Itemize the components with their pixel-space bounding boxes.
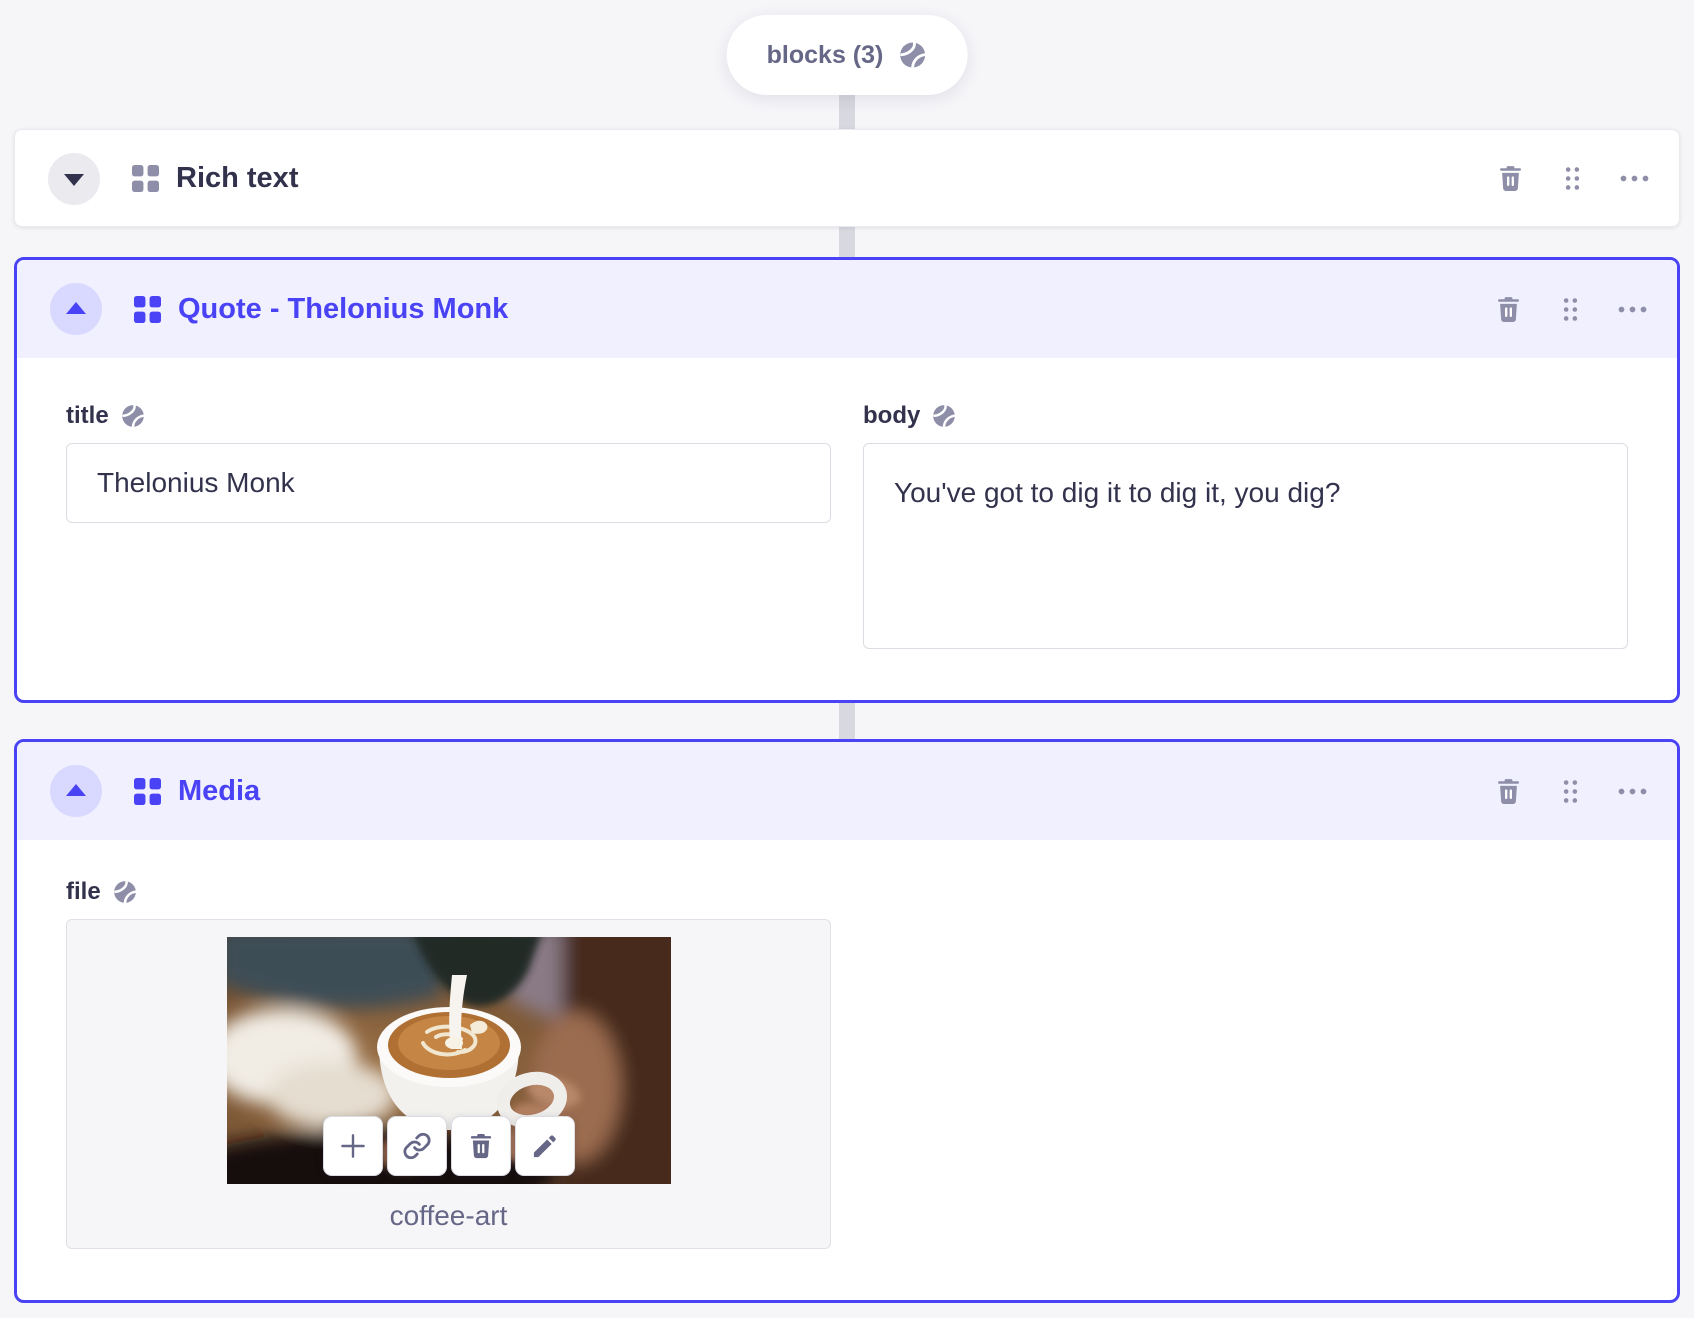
block-title: Quote - Thelonius Monk <box>178 292 509 325</box>
block-connector <box>839 700 855 742</box>
title-field: title <box>66 402 831 654</box>
quote-fields: title body You've got to dig it to dig i… <box>17 358 1677 654</box>
block-actions <box>1491 292 1677 326</box>
chevron-up-icon <box>66 783 86 796</box>
block-title: Media <box>178 774 261 807</box>
title-field-label: title <box>66 402 109 429</box>
collapse-toggle-button[interactable] <box>50 283 102 335</box>
body-textarea[interactable]: You've got to dig it to dig it, you dig? <box>863 443 1628 649</box>
delete-block-button[interactable] <box>1491 774 1525 808</box>
component-icon <box>132 165 159 192</box>
blocks-field-label: blocks (3) <box>766 40 884 69</box>
block-quote: Quote - Thelonius Monk title body You've… <box>14 257 1680 703</box>
component-icon <box>134 296 161 323</box>
block-actions <box>1491 774 1677 808</box>
body-field-label: body <box>863 402 921 429</box>
body-field: body You've got to dig it to dig it, you… <box>863 402 1628 654</box>
blocks-field-pill: blocks (3) <box>726 15 968 95</box>
edit-asset-button[interactable] <box>514 1116 575 1176</box>
globe-icon <box>897 40 927 70</box>
collapse-toggle-button[interactable] <box>50 765 102 817</box>
drag-handle[interactable] <box>1553 292 1587 326</box>
copy-link-button[interactable] <box>386 1116 447 1176</box>
globe-icon <box>931 403 957 429</box>
more-options-button[interactable] <box>1615 292 1649 326</box>
file-field-label: file <box>66 878 101 905</box>
media-asset-card: coffee-art <box>66 919 831 1249</box>
block-connector <box>839 90 855 132</box>
delete-block-button[interactable] <box>1491 292 1525 326</box>
component-icon <box>134 778 161 805</box>
block-quote-header[interactable]: Quote - Thelonius Monk <box>17 260 1677 358</box>
chevron-up-icon <box>66 301 86 314</box>
delete-asset-button[interactable] <box>450 1116 511 1176</box>
delete-block-button[interactable] <box>1493 162 1527 196</box>
more-options-button[interactable] <box>1615 774 1649 808</box>
add-asset-button[interactable] <box>322 1116 383 1176</box>
media-action-bar <box>322 1116 575 1176</box>
drag-handle[interactable] <box>1553 774 1587 808</box>
dynamic-zone-editor: { "pill": { "label": "blocks (3)", "icon… <box>0 0 1694 1318</box>
block-rich-text: Rich text <box>14 129 1680 227</box>
media-fields: file coffee-art <box>17 840 1677 1249</box>
globe-icon <box>112 879 138 905</box>
expand-toggle-button[interactable] <box>48 152 100 205</box>
asset-filename: coffee-art <box>389 1200 508 1231</box>
media-preview[interactable] <box>226 937 671 1184</box>
more-options-button[interactable] <box>1617 162 1651 196</box>
chevron-down-icon <box>64 174 84 186</box>
block-title: Rich text <box>176 162 299 194</box>
drag-handle[interactable] <box>1555 162 1589 196</box>
block-media-header[interactable]: Media <box>17 742 1677 840</box>
title-input[interactable] <box>66 443 831 523</box>
block-media: Media file coffee-art <box>14 739 1680 1303</box>
block-connector <box>839 225 855 260</box>
block-rich-text-header[interactable]: Rich text <box>15 130 1679 227</box>
globe-icon <box>120 403 146 429</box>
block-actions <box>1493 162 1679 196</box>
